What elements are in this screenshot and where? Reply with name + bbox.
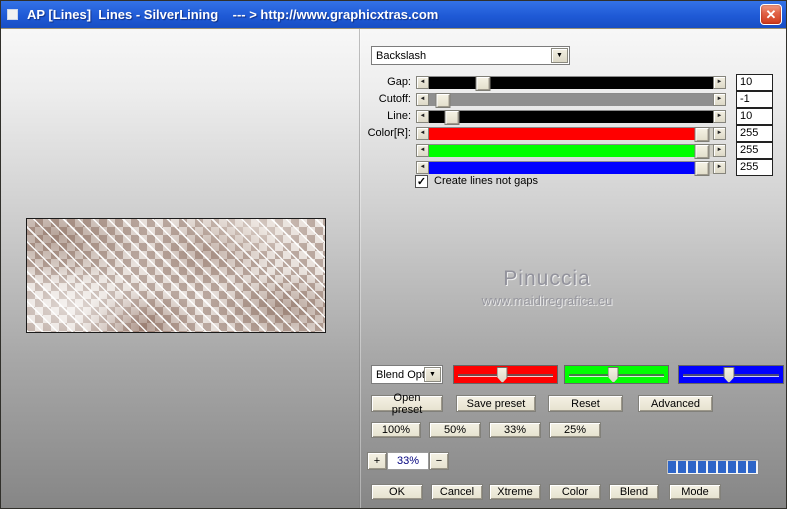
slider-track[interactable] — [429, 144, 713, 159]
slider-thumb[interactable] — [607, 367, 619, 383]
slider-track[interactable] — [429, 76, 713, 91]
slider-thumb[interactable] — [435, 93, 451, 108]
slider-decrement-icon[interactable]: ◄ — [416, 93, 429, 106]
slider-decrement-icon[interactable]: ◄ — [416, 127, 429, 140]
zoom-level-display: 33% — [387, 452, 429, 470]
blend-options-value: Blend Opti — [376, 368, 424, 381]
slider-fill — [429, 111, 713, 123]
slider-decrement-icon[interactable]: ◄ — [416, 76, 429, 89]
slider-fill — [429, 94, 713, 106]
blend-button[interactable]: Blend — [609, 484, 659, 500]
create-lines-checkbox[interactable]: ✓ — [415, 174, 428, 188]
blend-slider-blue[interactable] — [678, 365, 784, 384]
chevron-down-icon[interactable]: ▼ — [424, 367, 441, 382]
progress-segment — [718, 461, 726, 473]
slider-label: Gap: — [387, 76, 411, 88]
progress-segment — [728, 461, 736, 473]
progress-segment — [688, 461, 696, 473]
slider-increment-icon[interactable]: ► — [713, 76, 726, 89]
preset-dropdown-value: Backslash — [376, 49, 427, 62]
slider-thumb[interactable] — [694, 144, 710, 159]
blend-slider-red[interactable] — [453, 365, 558, 384]
title-bar[interactable]: AP [Lines] Lines - SilverLining --- > ht… — [1, 1, 786, 29]
create-lines-checkbox-row: ✓ Create lines not gaps — [415, 174, 538, 188]
mode-button[interactable]: Mode — [669, 484, 721, 500]
slider-row-cutoff: Cutoff: ◄ ► -1 — [1, 91, 786, 108]
blend-slider-green[interactable] — [564, 365, 669, 384]
slider-row-line: Line: ◄ ► 10 — [1, 108, 786, 125]
reset-button[interactable]: Reset — [548, 395, 623, 412]
close-icon: ✕ — [765, 6, 777, 22]
slider-value-field[interactable]: 255 — [736, 125, 773, 142]
slider-thumb[interactable] — [444, 110, 460, 125]
slider-row-color-red: Color[R]: ◄ ► 255 — [1, 125, 786, 142]
slider-fill — [429, 77, 713, 89]
zoom-100-button[interactable]: 100% — [371, 422, 421, 438]
slider-fill — [429, 145, 696, 157]
slider-row-color-green: ◄ ► 255 — [1, 142, 786, 159]
progress-segment — [748, 461, 756, 473]
slider-track[interactable] — [429, 93, 713, 108]
slider-fill — [429, 128, 696, 140]
color-button[interactable]: Color — [549, 484, 601, 500]
watermark-url: www.maidiregrafica.eu — [481, 293, 613, 308]
save-preset-button[interactable]: Save preset — [456, 395, 536, 412]
slider-track[interactable] — [429, 161, 713, 176]
watermark: Pinuccia www.maidiregrafica.eu — [431, 267, 663, 308]
slider-thumb[interactable] — [496, 367, 508, 383]
app-icon — [7, 9, 18, 20]
xtreme-button[interactable]: Xtreme — [489, 484, 541, 500]
close-button[interactable]: ✕ — [760, 4, 782, 25]
filter-preview-image[interactable] — [26, 218, 326, 333]
slider-decrement-icon[interactable]: ◄ — [416, 144, 429, 157]
zoom-25-button[interactable]: 25% — [549, 422, 601, 438]
blend-options-dropdown[interactable]: Blend Opti ▼ — [371, 365, 443, 384]
progress-segment — [738, 461, 746, 473]
slider-fill — [429, 162, 696, 174]
slider-increment-icon[interactable]: ► — [713, 110, 726, 123]
slider-row-color-blue: ◄ ► 255 — [1, 159, 786, 176]
progress-segment — [698, 461, 706, 473]
slider-thumb[interactable] — [475, 76, 491, 91]
slider-increment-icon[interactable]: ► — [713, 144, 726, 157]
slider-track[interactable] — [429, 127, 713, 142]
ok-button[interactable]: OK — [371, 484, 423, 500]
zoom-50-button[interactable]: 50% — [429, 422, 481, 438]
plugin-dialog: AP [Lines] Lines - SilverLining --- > ht… — [0, 0, 787, 509]
cancel-button[interactable]: Cancel — [431, 484, 483, 500]
progress-bar — [666, 459, 759, 475]
progress-segment — [708, 461, 716, 473]
preset-dropdown[interactable]: Backslash ▼ — [371, 46, 570, 65]
slider-label: Color[R]: — [367, 127, 411, 139]
slider-thumb[interactable] — [694, 127, 710, 142]
watermark-name: Pinuccia — [503, 267, 591, 290]
zoom-33-button[interactable]: 33% — [489, 422, 541, 438]
create-lines-checkbox-label: Create lines not gaps — [434, 175, 538, 187]
slider-thumb[interactable] — [723, 367, 735, 383]
slider-label: Line: — [387, 110, 411, 122]
chevron-down-icon[interactable]: ▼ — [551, 48, 568, 63]
slider-decrement-icon[interactable]: ◄ — [416, 110, 429, 123]
slider-increment-icon[interactable]: ► — [713, 127, 726, 140]
slider-increment-icon[interactable]: ► — [713, 93, 726, 106]
slider-value-field[interactable]: -1 — [736, 91, 773, 108]
zoom-in-button[interactable]: + — [367, 452, 387, 470]
slider-value-field[interactable]: 10 — [736, 74, 773, 91]
slider-value-field[interactable]: 255 — [736, 159, 773, 176]
window-title: AP [Lines] Lines - SilverLining --- > ht… — [27, 7, 439, 22]
progress-segment — [678, 461, 686, 473]
open-preset-button[interactable]: Open preset — [371, 392, 443, 416]
slider-value-field[interactable]: 255 — [736, 142, 773, 159]
slider-row-gap: Gap: ◄ ► 10 — [1, 74, 786, 91]
advanced-button[interactable]: Advanced — [638, 395, 713, 412]
slider-thumb[interactable] — [694, 161, 710, 176]
slider-decrement-icon[interactable]: ◄ — [416, 161, 429, 174]
slider-value-field[interactable]: 10 — [736, 108, 773, 125]
zoom-out-button[interactable]: − — [429, 452, 449, 470]
slider-increment-icon[interactable]: ► — [713, 161, 726, 174]
slider-track[interactable] — [429, 110, 713, 125]
progress-segment — [668, 461, 676, 473]
slider-label: Cutoff: — [378, 93, 411, 105]
